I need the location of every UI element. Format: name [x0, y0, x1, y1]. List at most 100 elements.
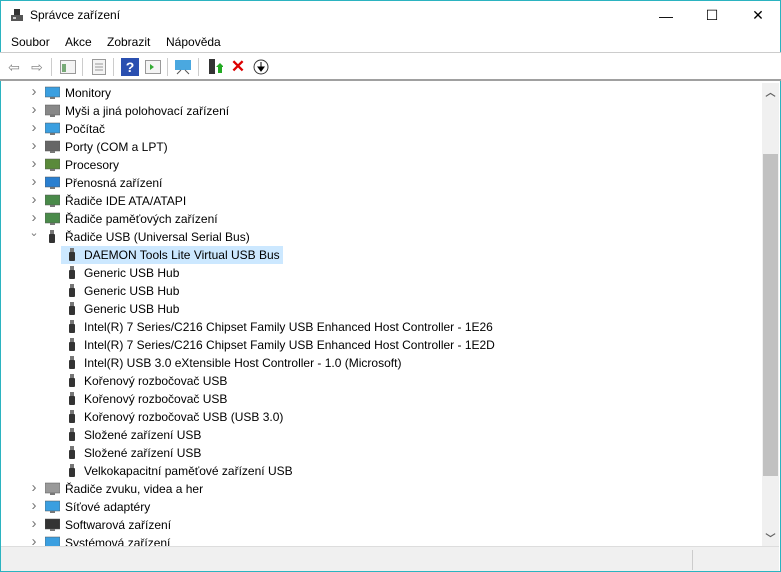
close-button[interactable]: ✕	[735, 0, 781, 31]
usb-device-item[interactable]: Generic USB Hub	[1, 282, 761, 300]
usb-device-item[interactable]: Složené zařízení USB	[1, 426, 761, 444]
usb-device-item[interactable]: Kořenový rozbočovač USB	[1, 390, 761, 408]
usb-icon	[65, 392, 80, 406]
usb-device-item[interactable]: Kořenový rozbočovač USB	[1, 372, 761, 390]
menu-zobrazit[interactable]: Zobrazit	[107, 35, 150, 49]
usb-icon	[65, 338, 80, 352]
device-label: Kořenový rozbočovač USB	[84, 374, 228, 388]
device-label: Kořenový rozbočovač USB	[84, 392, 228, 406]
usb-icon	[65, 356, 80, 370]
menu-napoveda[interactable]: Nápověda	[166, 35, 221, 49]
usb-device-item[interactable]: Intel(R) USB 3.0 eXtensible Host Control…	[1, 354, 761, 372]
tree-category[interactable]: › Monitory	[1, 83, 761, 102]
vertical-scrollbar[interactable]: ︿ ﹀	[762, 83, 779, 546]
usb-icon	[65, 410, 80, 424]
chevron-right-icon[interactable]: ›	[28, 497, 40, 514]
tree-category[interactable]: › Myši a jiná polohovací zařízení	[1, 101, 761, 120]
forward-icon[interactable]: ⇨	[28, 58, 46, 76]
device-label: Generic USB Hub	[84, 284, 180, 298]
usb-device-item[interactable]: Intel(R) 7 Series/C216 Chipset Family US…	[1, 336, 761, 354]
usb-icon	[65, 428, 80, 442]
update-driver-icon[interactable]	[206, 58, 224, 76]
chevron-right-icon[interactable]: ›	[28, 101, 40, 118]
chevron-right-icon[interactable]: ›	[28, 137, 40, 154]
menu-soubor[interactable]: Soubor	[11, 35, 50, 49]
usb-icon	[65, 284, 80, 298]
usb-icon	[65, 320, 80, 334]
menu-akce[interactable]: Akce	[65, 35, 92, 49]
tree-category[interactable]: › Síťové adaptéry	[1, 497, 761, 516]
category-label: Monitory	[65, 86, 112, 100]
category-label: Síťové adaptéry	[65, 500, 151, 514]
category-label: Řadiče paměťových zařízení	[65, 212, 218, 226]
tree-category[interactable]: › Řadiče paměťových zařízení	[1, 209, 761, 228]
ide-controller-icon	[44, 194, 61, 208]
chevron-down-icon[interactable]: ⌄	[28, 226, 40, 239]
chevron-right-icon[interactable]: ›	[28, 479, 40, 496]
device-manager-icon	[11, 9, 23, 21]
chevron-right-icon[interactable]: ›	[28, 119, 40, 136]
chevron-right-icon[interactable]: ›	[28, 191, 40, 208]
chevron-right-icon[interactable]: ›	[28, 173, 40, 190]
toolbar-separator	[167, 58, 168, 76]
device-label: Generic USB Hub	[84, 302, 180, 316]
chevron-right-icon[interactable]: ›	[28, 83, 40, 100]
usb-device-item[interactable]: Kořenový rozbočovač USB (USB 3.0)	[1, 408, 761, 426]
usb-device-item[interactable]: Generic USB Hub	[1, 300, 761, 318]
tree-category[interactable]: › Procesory	[1, 155, 761, 174]
speaker-icon	[44, 482, 61, 496]
tree-category[interactable]: › Porty (COM a LPT)	[1, 137, 761, 156]
tree-category[interactable]: › Systémová zařízení	[1, 533, 761, 546]
chevron-right-icon[interactable]: ›	[28, 533, 40, 546]
usb-device-item[interactable]: Velkokapacitní paměťové zařízení USB	[1, 462, 761, 480]
software-device-icon	[44, 518, 61, 532]
disable-icon[interactable]	[252, 58, 270, 76]
chevron-right-icon[interactable]: ›	[28, 209, 40, 226]
computer-icon	[44, 122, 61, 136]
network-adapter-icon	[44, 500, 61, 514]
category-label: Řadiče IDE ATA/ATAPI	[65, 194, 187, 208]
chevron-right-icon[interactable]: ›	[28, 155, 40, 172]
maximize-button[interactable]: ☐	[689, 0, 735, 31]
tree-category[interactable]: › Řadiče IDE ATA/ATAPI	[1, 191, 761, 210]
category-label: Myši a jiná polohovací zařízení	[65, 104, 230, 118]
properties-icon[interactable]	[90, 58, 108, 76]
toolbar: ⇦ ⇨ ? ✕	[0, 53, 781, 81]
tree-category[interactable]: › Řadiče zvuku, videa a her	[1, 479, 761, 498]
scroll-down-arrow-icon[interactable]: ﹀	[762, 529, 779, 546]
device-label: Složené zařízení USB	[84, 428, 202, 442]
usb-icon	[45, 230, 60, 244]
status-bar	[1, 546, 779, 571]
scan-hardware-icon[interactable]	[175, 58, 193, 76]
scrollbar-thumb[interactable]	[763, 154, 778, 476]
back-icon[interactable]: ⇦	[5, 58, 23, 76]
usb-device-item[interactable]: Intel(R) 7 Series/C216 Chipset Family US…	[1, 318, 761, 336]
toolbar-separator	[198, 58, 199, 76]
status-divider	[692, 550, 693, 570]
device-label: Velkokapacitní paměťové zařízení USB	[84, 464, 293, 478]
tree-category[interactable]: ⌄ Řadiče USB (Universal Serial Bus)	[1, 226, 761, 246]
uninstall-icon[interactable]: ✕	[229, 57, 247, 76]
tree-category[interactable]: › Počítač	[1, 119, 761, 138]
usb-device-item[interactable]: Složené zařízení USB	[1, 444, 761, 462]
minimize-button[interactable]: —	[643, 0, 689, 31]
tree-category[interactable]: › Přenosná zařízení	[1, 173, 761, 192]
window-title: Správce zařízení	[30, 8, 121, 22]
category-label: Softwarová zařízení	[65, 518, 172, 532]
mouse-icon	[44, 104, 61, 118]
usb-icon	[65, 266, 80, 280]
category-label: Řadiče USB (Universal Serial Bus)	[65, 230, 250, 244]
tree-category[interactable]: › Softwarová zařízení	[1, 515, 761, 534]
show-hide-console-tree-icon[interactable]	[59, 58, 77, 76]
usb-icon	[65, 248, 80, 262]
processor-icon	[44, 158, 61, 172]
category-label: Procesory	[65, 158, 120, 172]
usb-device-item[interactable]: DAEMON Tools Lite Virtual USB Bus	[1, 246, 761, 264]
scroll-up-arrow-icon[interactable]: ︿	[762, 83, 779, 100]
usb-device-item[interactable]: Generic USB Hub	[1, 264, 761, 282]
category-label: Počítač	[65, 122, 106, 136]
action-pane-icon[interactable]	[144, 58, 162, 76]
help-icon[interactable]: ?	[121, 58, 139, 76]
title-bar: Správce zařízení — ☐ ✕	[0, 0, 781, 31]
chevron-right-icon[interactable]: ›	[28, 515, 40, 532]
